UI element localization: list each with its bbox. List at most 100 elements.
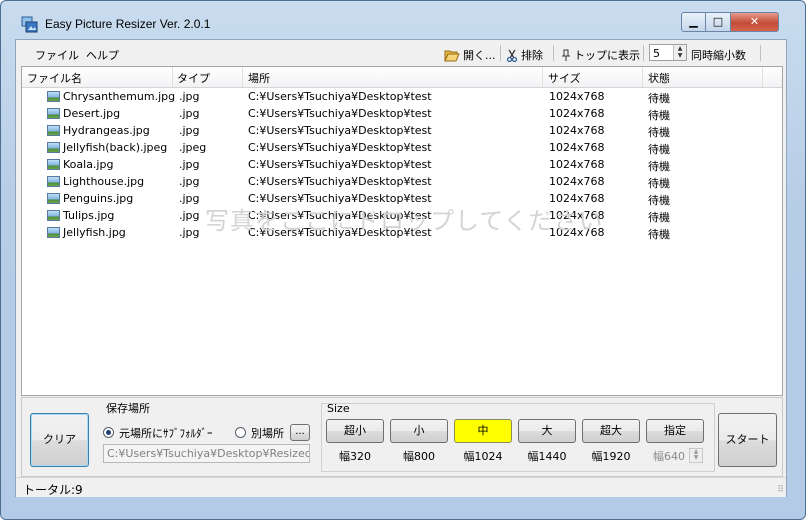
file-status: 待機: [648, 143, 670, 156]
concurrency-value: 5: [653, 47, 660, 60]
image-file-icon: [47, 108, 60, 119]
size-xlarge-button[interactable]: 超大: [582, 419, 640, 443]
list-item[interactable]: Jellyfish(back).jpeg .jpeg C:¥Users¥Tsuc…: [22, 139, 782, 156]
file-status: 待機: [648, 228, 670, 241]
image-file-icon: [47, 142, 60, 153]
custom-width-stepper[interactable]: ▲ ▼: [689, 448, 703, 463]
list-item[interactable]: Hydrangeas.jpg .jpg C:¥Users¥Tsuchiya¥De…: [22, 122, 782, 139]
start-button[interactable]: スタート: [718, 413, 777, 467]
file-type: .jpg: [179, 90, 200, 103]
scissors-icon: [506, 49, 518, 62]
column-header-status[interactable]: 状態: [648, 70, 670, 86]
size-custom-button[interactable]: 指定: [646, 419, 704, 443]
image-file-icon: [47, 227, 60, 238]
column-divider[interactable]: [242, 67, 243, 87]
column-divider[interactable]: [542, 67, 543, 87]
other-location-radio[interactable]: [235, 427, 246, 438]
image-file-icon: [47, 176, 60, 187]
file-status: 待機: [648, 126, 670, 139]
file-type: .jpg: [179, 209, 200, 222]
file-size: 1024x768: [549, 175, 605, 188]
file-name: Penguins.jpg: [63, 192, 134, 205]
clear-button[interactable]: クリア: [30, 413, 89, 467]
subfolder-radio[interactable]: [103, 427, 114, 438]
menu-file[interactable]: ファイル: [35, 47, 79, 63]
size-medium-button[interactable]: 中: [454, 419, 512, 443]
subfolder-label[interactable]: 元場所にｻﾌﾞﾌｫﾙﾀﾞｰ: [119, 425, 213, 441]
file-type: .jpg: [179, 158, 200, 171]
column-header-location[interactable]: 場所: [248, 70, 270, 86]
file-size: 1024x768: [549, 90, 605, 103]
file-name: Chrysanthemum.jpg: [63, 90, 176, 103]
minimize-button[interactable]: ▁: [681, 12, 706, 32]
browse-button[interactable]: ...: [290, 424, 310, 441]
toolbar-separator: [500, 45, 501, 61]
close-button[interactable]: ✕: [731, 12, 779, 32]
file-name: Hydrangeas.jpg: [63, 124, 150, 137]
image-file-icon: [47, 210, 60, 221]
status-bar: トータル:9 ⠿: [16, 477, 786, 497]
column-divider[interactable]: [172, 67, 173, 87]
file-status: 待機: [648, 92, 670, 105]
total-count: トータル:9: [23, 483, 83, 497]
file-status: 待機: [648, 160, 670, 173]
concurrency-stepper[interactable]: 5 ▲ ▼: [649, 44, 687, 61]
image-file-icon: [47, 159, 60, 170]
list-item[interactable]: Desert.jpg .jpg C:¥Users¥Tsuchiya¥Deskto…: [22, 105, 782, 122]
exclude-button[interactable]: 排除: [506, 47, 543, 63]
exclude-label: 排除: [521, 49, 543, 62]
window-title: Easy Picture Resizer Ver. 2.0.1: [45, 17, 211, 31]
file-size: 1024x768: [549, 124, 605, 137]
file-name: Koala.jpg: [63, 158, 114, 171]
column-header-type[interactable]: タイプ: [177, 70, 210, 86]
file-size: 1024x768: [549, 141, 605, 154]
file-location: C:¥Users¥Tsuchiya¥Desktop¥test: [248, 141, 432, 154]
list-item[interactable]: Lighthouse.jpg .jpg C:¥Users¥Tsuchiya¥De…: [22, 173, 782, 190]
file-list[interactable]: ファイル名 タイプ 場所 サイズ 状態 Chrysanthemum.jpg .j…: [21, 66, 783, 396]
list-header: ファイル名 タイプ 場所 サイズ 状態: [22, 67, 782, 88]
save-location-label: 保存場所: [106, 402, 150, 415]
open-button[interactable]: 開く...: [444, 47, 496, 63]
pin-icon: [562, 49, 570, 61]
folder-open-icon: [444, 50, 460, 61]
file-status: 待機: [648, 177, 670, 190]
file-type: .jpg: [179, 192, 200, 205]
size-xsmall-width: 幅320: [339, 450, 371, 463]
size-xlarge-width: 幅1920: [591, 450, 631, 463]
image-file-icon: [47, 91, 60, 102]
toolbar-separator: [643, 45, 644, 61]
toolbar-separator: [760, 45, 761, 61]
drop-hint: 写真をここにドロップしてください: [205, 207, 604, 235]
column-header-name[interactable]: ファイル名: [27, 70, 82, 86]
app-icon: [21, 16, 38, 33]
other-location-label[interactable]: 別場所: [251, 425, 284, 441]
file-name: Lighthouse.jpg: [63, 175, 145, 188]
size-small-width: 幅800: [403, 450, 435, 463]
maximize-button[interactable]: □: [706, 12, 731, 32]
column-header-size[interactable]: サイズ: [548, 70, 581, 86]
file-name: Jellyfish.jpg: [63, 226, 126, 239]
client-area: ファイル ヘルプ 開く... 排除 トップに表示 5 ▲ ▼ 同時縮小数 ファイ…: [15, 39, 787, 497]
open-label: 開く...: [463, 49, 496, 62]
size-xsmall-button[interactable]: 超小: [326, 419, 384, 443]
list-item[interactable]: Koala.jpg .jpg C:¥Users¥Tsuchiya¥Desktop…: [22, 156, 782, 173]
list-item[interactable]: Chrysanthemum.jpg .jpg C:¥Users¥Tsuchiya…: [22, 88, 782, 105]
size-medium-width: 幅1024: [463, 450, 503, 463]
file-status: 待機: [648, 211, 670, 224]
menu-help[interactable]: ヘルプ: [86, 47, 119, 63]
file-name: Jellyfish(back).jpeg: [63, 141, 168, 154]
size-large-button[interactable]: 大: [518, 419, 576, 443]
topmost-button[interactable]: トップに表示: [561, 47, 640, 63]
size-group: Size 超小 幅320 小 幅800 中 幅1024 大 幅1440 超大 幅…: [321, 402, 715, 472]
file-location: C:¥Users¥Tsuchiya¥Desktop¥test: [248, 175, 432, 188]
title-bar[interactable]: Easy Picture Resizer Ver. 2.0.1 ▁ □ ✕: [1, 1, 806, 41]
stepper-arrows[interactable]: ▲ ▼: [673, 45, 686, 60]
save-path-field[interactable]: C:¥Users¥Tsuchiya¥Desktop¥ResizedPi: [103, 444, 310, 463]
toolbar-separator: [553, 45, 554, 61]
size-large-width: 幅1440: [527, 450, 567, 463]
column-divider[interactable]: [642, 67, 643, 87]
file-status: 待機: [648, 109, 670, 122]
resize-grip-icon[interactable]: ⠿: [777, 485, 784, 495]
size-small-button[interactable]: 小: [390, 419, 448, 443]
column-divider[interactable]: [762, 67, 763, 87]
